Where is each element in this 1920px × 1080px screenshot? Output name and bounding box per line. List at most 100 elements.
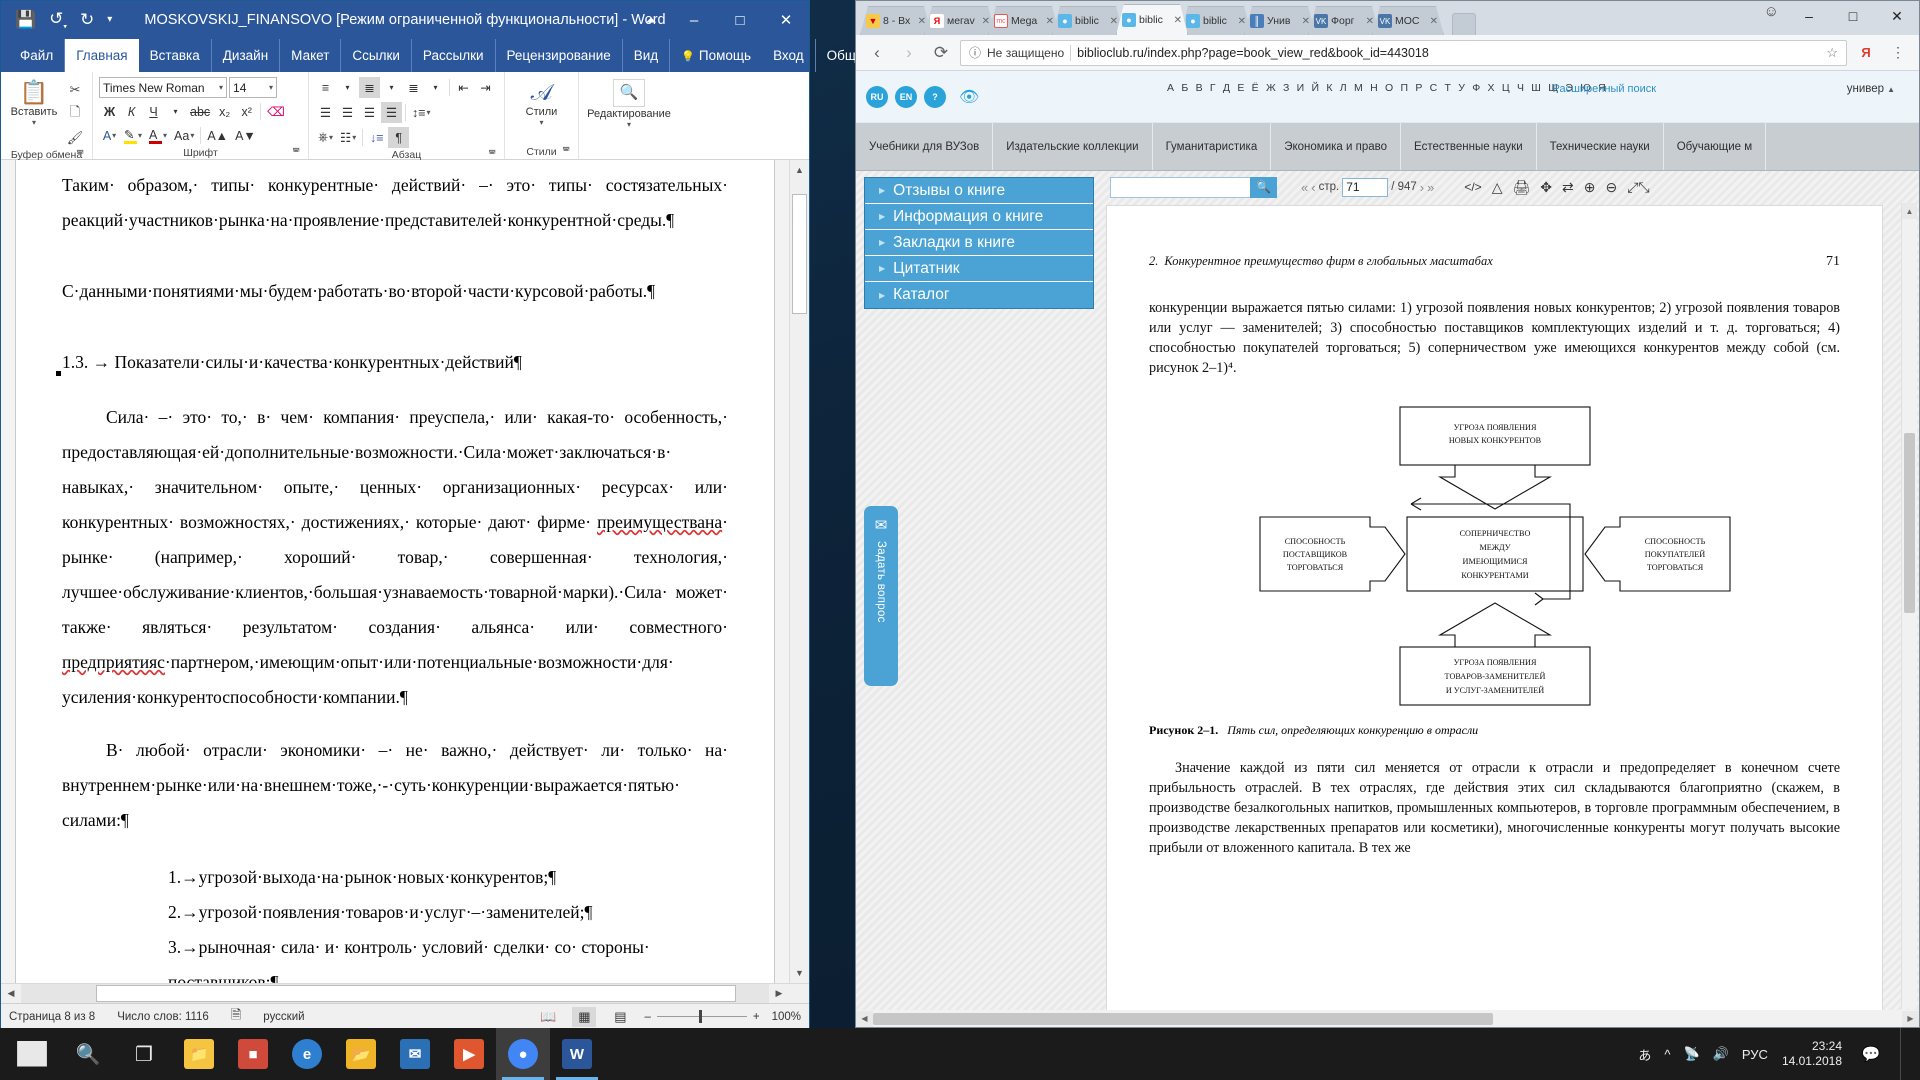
zoom-slider[interactable]: – +: [644, 1010, 760, 1023]
scroll-thumb[interactable]: [792, 194, 807, 314]
document-horizontal-scrollbar[interactable]: ◀ ▶: [1, 983, 809, 1003]
last-page-icon[interactable]: »: [1427, 180, 1434, 195]
zoom-level[interactable]: 100%: [772, 1011, 801, 1023]
superscript-button[interactable]: x²: [236, 101, 257, 122]
zoom-out-button[interactable]: –: [644, 1011, 650, 1023]
print-layout-icon[interactable]: ▦: [572, 1006, 597, 1027]
page-indicator[interactable]: Страница 8 из 8: [9, 1011, 95, 1023]
show-formatting-marks-icon[interactable]: ¶: [388, 127, 410, 148]
strikethrough-button[interactable]: abc: [187, 101, 213, 122]
taskbar-app-folder[interactable]: 📂: [334, 1028, 388, 1080]
start-button[interactable]: ██: [4, 1028, 60, 1080]
chrome-menu-icon[interactable]: ⋮: [1885, 40, 1911, 66]
search-input[interactable]: [1110, 176, 1250, 198]
reload-button[interactable]: ⟳: [928, 40, 954, 66]
copy-icon[interactable]: 🗋: [64, 103, 86, 124]
language-indicator[interactable]: русский: [263, 1011, 304, 1023]
customize-qat-icon[interactable]: ▾: [107, 14, 112, 25]
underline-button[interactable]: Ч: [143, 101, 164, 122]
subscript-button[interactable]: x₂: [214, 101, 235, 122]
scroll-up-icon[interactable]: ▲: [790, 160, 809, 180]
side-item-book-info[interactable]: ▶ Информация о книге: [865, 204, 1093, 230]
bullets-icon[interactable]: ≡: [315, 77, 336, 98]
network-icon[interactable]: 📡: [1684, 1046, 1700, 1062]
search-icon[interactable]: 🔍: [1250, 176, 1277, 198]
fullscreen-icon[interactable]: ⤢⤡: [1627, 179, 1649, 196]
browser-tab[interactable]: ● biblic ✕: [1180, 6, 1252, 35]
nav-item-economics[interactable]: Экономика и право: [1271, 123, 1402, 170]
format-painter-icon[interactable]: 🖌: [64, 127, 86, 148]
scroll-down-icon[interactable]: ▼: [790, 963, 809, 983]
highlight-color-button[interactable]: ✎ ▾: [121, 125, 145, 146]
reader-search[interactable]: 🔍: [1110, 176, 1277, 198]
advanced-search-link[interactable]: Расширенный поиск: [1553, 83, 1657, 95]
close-tab-icon[interactable]: ✕: [918, 16, 926, 27]
document-text[interactable]: Таким· образом,· типы· конкурентные· дей…: [16, 160, 774, 1003]
nav-item-publishing[interactable]: Издательские коллекции: [993, 123, 1153, 170]
close-tab-icon[interactable]: ✕: [1238, 16, 1246, 27]
word-document-area[interactable]: Таким· образом,· типы· конкурентные· дей…: [1, 160, 809, 1003]
word-count[interactable]: Число слов: 1116: [117, 1011, 209, 1023]
sort-icon[interactable]: ↓≡: [366, 127, 387, 148]
nav-item-textbooks[interactable]: Учебники для ВУЗов: [856, 123, 994, 170]
ask-question-tab[interactable]: ✉ Задать вопрос: [864, 506, 898, 686]
close-tab-icon[interactable]: ✕: [1302, 16, 1310, 27]
nav-item-learning-materials[interactable]: Обучающие м: [1664, 123, 1767, 170]
side-item-catalog[interactable]: ▶ Каталог: [865, 282, 1093, 308]
tab-insert[interactable]: Вставка: [139, 39, 212, 72]
clear-formatting-icon[interactable]: ⌫: [264, 101, 288, 122]
line-spacing-icon[interactable]: ↕≡ ▾: [409, 102, 434, 123]
taskbar-app-file-explorer[interactable]: 📁: [172, 1028, 226, 1080]
close-tab-icon[interactable]: ✕: [1430, 16, 1438, 27]
side-item-bookmarks[interactable]: ▶ Закладки в книге: [865, 230, 1093, 256]
zoom-out-icon[interactable]: ⊖: [1605, 179, 1617, 196]
nav-item-natural-sciences[interactable]: Естественные науки: [1401, 123, 1537, 170]
zoom-in-icon[interactable]: ⊕: [1584, 179, 1596, 196]
paste-button[interactable]: 📋 Вставить ▾: [7, 77, 61, 127]
page-number-input[interactable]: [1342, 177, 1389, 197]
scroll-thumb[interactable]: [873, 1012, 1493, 1025]
scroll-right-icon[interactable]: ▶: [769, 984, 789, 1003]
minimize-button[interactable]: –: [1787, 1, 1831, 31]
align-left-icon[interactable]: ☰: [315, 102, 336, 123]
next-page-icon[interactable]: ›: [1420, 180, 1424, 195]
read-mode-icon[interactable]: 📖: [536, 1007, 560, 1027]
sign-in-link[interactable]: Вход: [762, 39, 816, 72]
shading-icon[interactable]: ⎈ ▾: [315, 127, 336, 148]
borders-icon[interactable]: ☷ ▾: [337, 127, 359, 148]
chrome-window-controls[interactable]: – □ ✕: [1787, 1, 1919, 31]
align-center-icon[interactable]: ☰: [337, 102, 358, 123]
reader-vertical-scrollbar[interactable]: ▲: [1901, 203, 1917, 1009]
taskbar-app-store[interactable]: ■: [226, 1028, 280, 1080]
close-tab-icon[interactable]: ✕: [1174, 15, 1182, 26]
underline-dropdown-icon[interactable]: ▾: [165, 101, 186, 122]
word-page[interactable]: Таким· образом,· типы· конкурентные· дей…: [15, 160, 775, 1003]
text-effects-button[interactable]: A ▾: [99, 125, 120, 146]
scroll-thumb[interactable]: [1904, 433, 1915, 613]
scroll-left-icon[interactable]: ◀: [1, 984, 21, 1003]
shrink-font-button[interactable]: A▼: [232, 125, 259, 146]
tab-file[interactable]: Файл: [9, 39, 66, 72]
close-tab-icon[interactable]: ✕: [1046, 16, 1054, 27]
tab-home[interactable]: Главная: [65, 39, 139, 72]
increase-indent-icon[interactable]: ⇥: [475, 77, 496, 98]
font-color-button[interactable]: A ▾: [146, 125, 170, 146]
document-vertical-scrollbar[interactable]: ▲ ▼: [789, 160, 809, 983]
italic-button[interactable]: К: [121, 101, 142, 122]
nav-item-technical-sciences[interactable]: Технические науки: [1537, 123, 1664, 170]
lang-icon[interactable]: あ: [1638, 1045, 1651, 1064]
reader-side-menu[interactable]: ▶ Отзывы о книге ▶ Информация о книге ▶ …: [864, 177, 1094, 309]
close-tab-icon[interactable]: ✕: [1110, 16, 1118, 27]
styles-button[interactable]: 𝒜 Стили ▾: [515, 77, 569, 127]
search-icon[interactable]: 🔍: [60, 1028, 116, 1080]
undo-icon[interactable]: ↺▾: [49, 10, 67, 31]
zoom-in-button[interactable]: +: [753, 1011, 760, 1023]
browser-tab[interactable]: VK МОС ✕: [1372, 6, 1444, 35]
taskbar-app-chrome[interactable]: ●: [496, 1028, 550, 1080]
browser-tab[interactable]: ▼ 8 - Вх ✕: [860, 6, 932, 35]
rotate-icon[interactable]: ⇄: [1562, 179, 1574, 196]
page-viewport[interactable]: RU EN ? 👁 А Б В Г Д Е Ё Ж З И Й К Л М Н …: [856, 71, 1919, 1027]
side-item-reviews[interactable]: ▶ Отзывы о книге: [865, 178, 1093, 204]
bookmark-icon[interactable]: ☆: [1826, 45, 1838, 61]
ribbon-display-options-icon[interactable]: ⏶: [631, 1, 671, 39]
